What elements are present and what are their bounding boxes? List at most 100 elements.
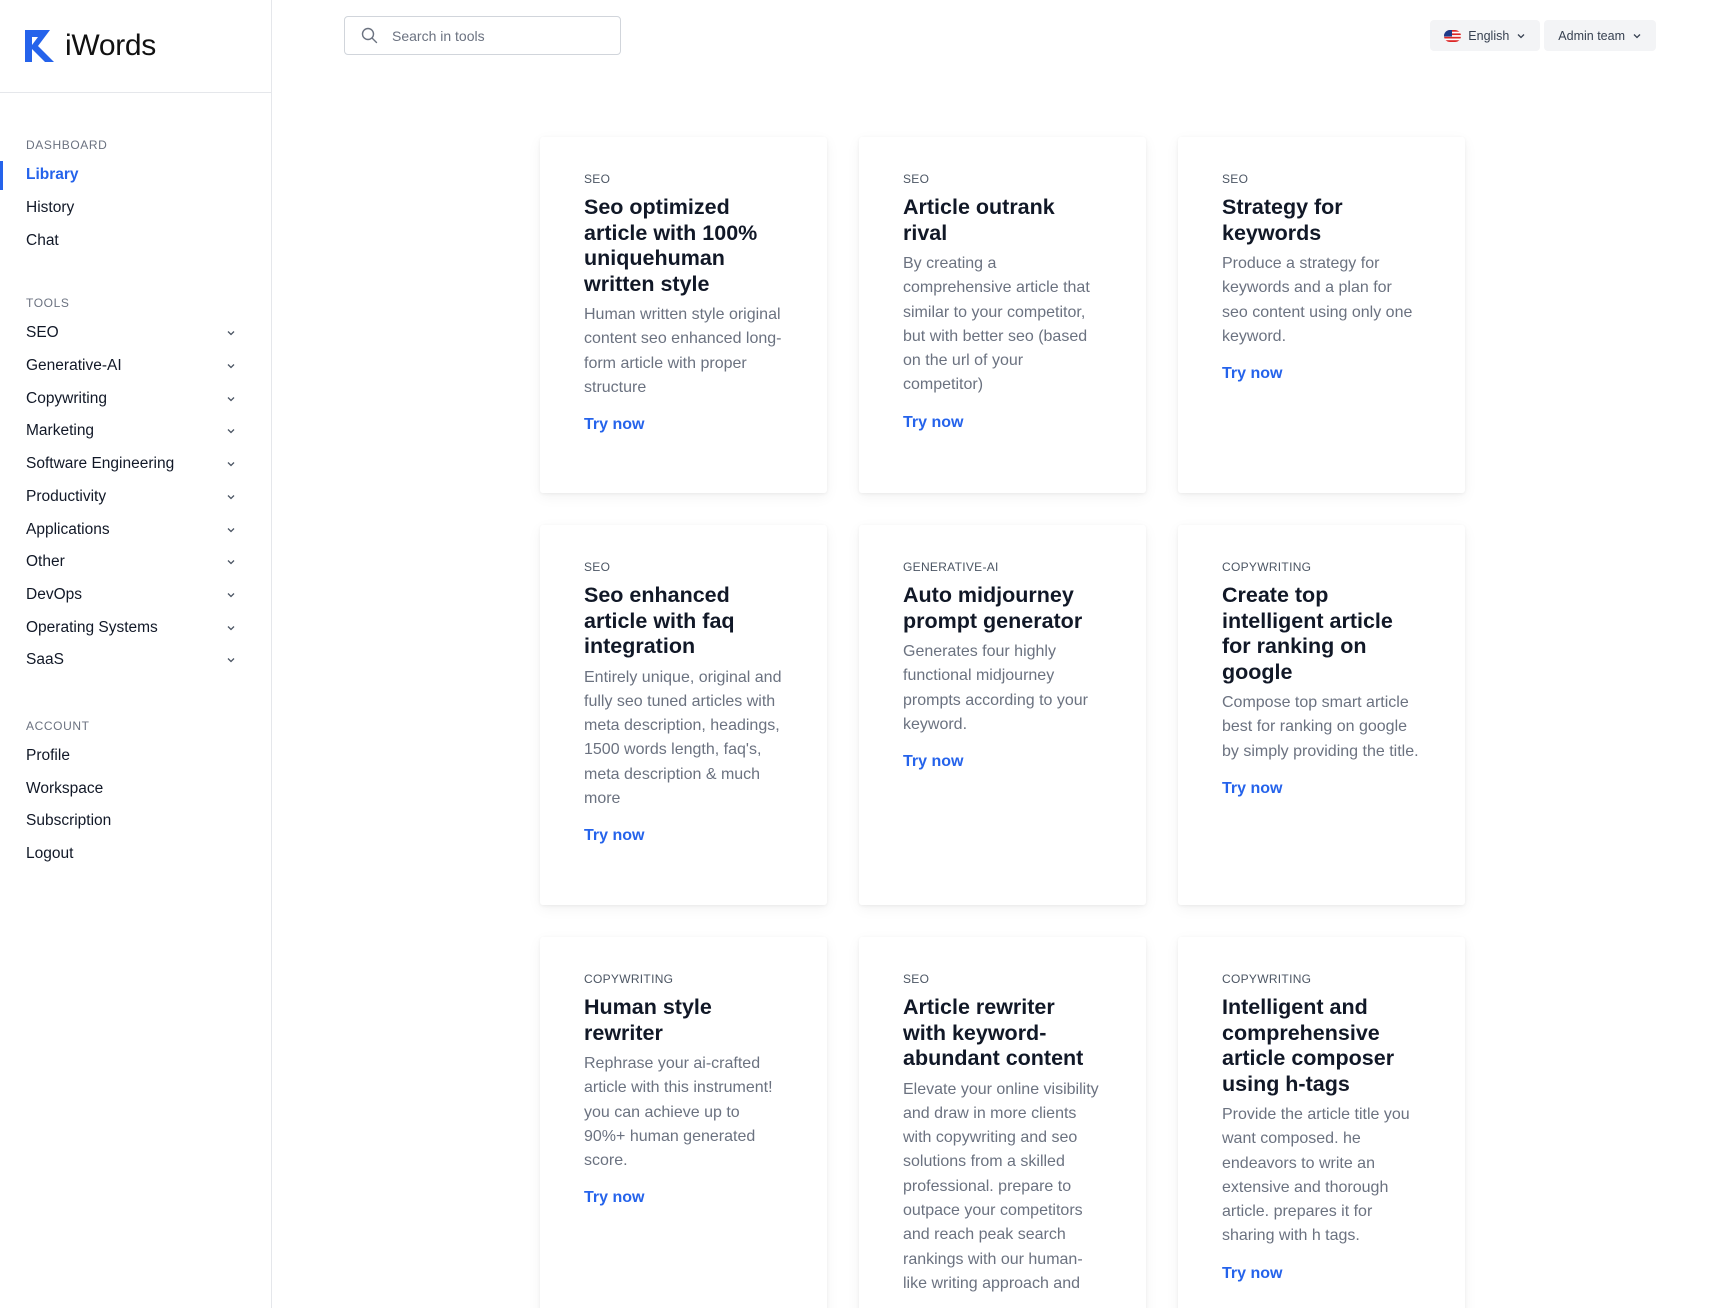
sidebar-item-label: Subscription bbox=[26, 812, 112, 830]
iwords-logo-icon bbox=[25, 30, 54, 62]
card-description: Human written style original content seo… bbox=[584, 306, 782, 396]
tool-card[interactable]: SEO Seo optimized article with 100% uniqu… bbox=[540, 137, 827, 493]
tool-cards-grid: SEO Seo optimized article with 100% uniqu… bbox=[540, 137, 1465, 1308]
card-category: SEO bbox=[584, 172, 611, 186]
chevron-down-icon bbox=[227, 331, 235, 336]
sidebar-item-label: History bbox=[26, 199, 75, 217]
nav-section-title: DASHBOARD bbox=[26, 138, 108, 152]
card-title: Article outrank rival bbox=[903, 195, 1055, 245]
sidebar-item-workspace[interactable]: Workspace bbox=[0, 772, 271, 805]
sidebar-item-label: Copywriting bbox=[26, 389, 107, 407]
card-title: Human style rewriter bbox=[584, 995, 712, 1045]
sidebar-item-label: Profile bbox=[26, 746, 70, 764]
sidebar-item-subscription[interactable]: Subscription bbox=[0, 805, 271, 838]
tool-card[interactable]: COPYWRITING Create top intelligent articl… bbox=[1178, 525, 1465, 905]
sidebar-item-label: Logout bbox=[26, 845, 74, 863]
sidebar-item-history[interactable]: History bbox=[0, 192, 271, 225]
try-now-link[interactable]: Try now bbox=[584, 1189, 644, 1207]
sidebar-item-label: Library bbox=[26, 166, 79, 184]
try-now-link[interactable]: Try now bbox=[1222, 365, 1282, 383]
tool-card[interactable]: COPYWRITING Intelligent and comprehensive… bbox=[1178, 937, 1465, 1308]
sidebar-item-library[interactable]: Library bbox=[0, 159, 271, 192]
sidebar-item-operating-systems[interactable]: Operating Systems bbox=[0, 611, 271, 644]
language-label: English bbox=[1468, 28, 1510, 43]
search-box[interactable] bbox=[344, 16, 621, 55]
search-input[interactable] bbox=[392, 27, 592, 44]
nav-list-account: Profile Workspace Subscription Logout bbox=[0, 740, 271, 871]
sidebar-item-marketing[interactable]: Marketing bbox=[0, 415, 271, 448]
sidebar-item-software-engineering[interactable]: Software Engineering bbox=[0, 448, 271, 481]
sidebar-item-label: Generative-AI bbox=[26, 357, 122, 375]
app-root: iWords DASHBOARD Library History Chat TOOL… bbox=[0, 0, 1717, 1308]
card-title: Create top intelligent article for ranki… bbox=[1222, 583, 1393, 684]
try-now-link[interactable]: Try now bbox=[903, 414, 963, 432]
sidebar-item-label: Marketing bbox=[26, 422, 95, 440]
chevron-down-icon bbox=[227, 560, 235, 565]
tool-card[interactable]: SEO Article rewriter with keyword-abundan… bbox=[859, 937, 1146, 1308]
sidebar-nav: DASHBOARD Library History Chat TOOLS SEO Ge… bbox=[0, 93, 271, 870]
sidebar-item-profile[interactable]: Profile bbox=[0, 740, 271, 773]
sidebar: iWords DASHBOARD Library History Chat TOOL… bbox=[0, 0, 272, 1308]
tool-card[interactable]: SEO Article outrank rival By creating a co… bbox=[859, 137, 1146, 493]
card-title: Article rewriter with keyword-abundant c… bbox=[903, 995, 1084, 1070]
tool-card[interactable]: GENERATIVE-AI Auto midjourney prompt gene… bbox=[859, 525, 1146, 905]
card-category: COPYWRITING bbox=[1222, 560, 1312, 574]
sidebar-item-logout[interactable]: Logout bbox=[0, 838, 271, 871]
card-description: Rephrase your ai-crafted article with th… bbox=[584, 1055, 773, 1170]
sidebar-item-chat[interactable]: Chat bbox=[0, 224, 271, 257]
chevron-down-icon bbox=[1633, 33, 1641, 38]
sidebar-item-devops[interactable]: DevOps bbox=[0, 579, 271, 612]
sidebar-item-label: SEO bbox=[26, 324, 59, 342]
nav-list-dashboard: Library History Chat bbox=[0, 159, 271, 257]
chevron-down-icon bbox=[227, 462, 235, 467]
sidebar-item-label: Operating Systems bbox=[26, 618, 158, 636]
tool-card[interactable]: COPYWRITING Human style rewriter Rephrase … bbox=[540, 937, 827, 1308]
team-select[interactable]: Admin team bbox=[1544, 20, 1656, 51]
card-description: By creating a comprehensive article that… bbox=[903, 255, 1090, 394]
nav-section-title: TOOLS bbox=[26, 296, 70, 311]
try-now-link[interactable]: Try now bbox=[584, 827, 644, 845]
card-title: Intelligent and comprehensive article co… bbox=[1222, 995, 1395, 1096]
card-description: Generates four highly functional midjour… bbox=[903, 643, 1088, 733]
language-select[interactable]: English bbox=[1430, 20, 1541, 51]
brand[interactable]: iWords bbox=[0, 0, 271, 93]
sidebar-item-label: DevOps bbox=[26, 585, 82, 603]
card-title: Auto midjourney prompt generator bbox=[903, 583, 1083, 633]
chevron-down-icon bbox=[227, 592, 235, 598]
try-now-link[interactable]: Try now bbox=[1222, 1265, 1282, 1283]
sidebar-item-applications[interactable]: Applications bbox=[0, 513, 271, 546]
tool-card[interactable]: SEO Seo enhanced article with faq integra… bbox=[540, 525, 827, 905]
chevron-down-icon bbox=[227, 625, 235, 631]
card-title: Seo enhanced article with faq integratio… bbox=[584, 583, 735, 658]
sidebar-item-copywriting[interactable]: Copywriting bbox=[0, 382, 271, 415]
sidebar-item-other[interactable]: Other bbox=[0, 546, 271, 579]
card-category: SEO bbox=[903, 172, 930, 186]
nav-section-dashboard: DASHBOARD Library History Chat bbox=[0, 137, 271, 257]
sidebar-item-generative-ai[interactable]: Generative-AI bbox=[0, 350, 271, 383]
sidebar-item-saas[interactable]: SaaS bbox=[0, 644, 271, 677]
sidebar-item-label: SaaS bbox=[26, 651, 64, 669]
chevron-down-icon bbox=[227, 429, 235, 434]
tool-card[interactable]: SEO Strategy for keywords Produce a strate… bbox=[1178, 137, 1465, 493]
card-description: Provide the article title you want compo… bbox=[1222, 1106, 1410, 1245]
card-description: Elevate your online visibility and draw … bbox=[903, 1080, 1099, 1292]
chevron-down-icon bbox=[1517, 33, 1525, 38]
try-now-link[interactable]: Try now bbox=[584, 416, 644, 434]
chevron-down-icon bbox=[227, 396, 235, 402]
chevron-down-icon bbox=[227, 527, 235, 532]
card-description: Produce a strategy for keywords and a pl… bbox=[1222, 255, 1413, 345]
try-now-link[interactable]: Try now bbox=[903, 753, 963, 771]
card-description: Compose top smart article best for ranki… bbox=[1222, 694, 1419, 760]
sidebar-item-productivity[interactable]: Productivity bbox=[0, 481, 271, 514]
chevron-down-icon bbox=[227, 658, 235, 663]
chevron-down-icon bbox=[227, 364, 235, 369]
sidebar-item-label: Software Engineering bbox=[26, 455, 175, 473]
header-controls: English Admin team bbox=[1430, 20, 1656, 51]
chevron-down-icon bbox=[227, 494, 235, 500]
sidebar-item-seo[interactable]: SEO bbox=[0, 317, 271, 350]
try-now-link[interactable]: Try now bbox=[1222, 780, 1282, 798]
nav-section-account: ACCOUNT Profile Workspace Subscription Logo… bbox=[0, 718, 271, 871]
sidebar-item-label: Productivity bbox=[26, 487, 107, 505]
card-category: SEO bbox=[903, 972, 930, 986]
nav-section-title: ACCOUNT bbox=[26, 718, 90, 733]
